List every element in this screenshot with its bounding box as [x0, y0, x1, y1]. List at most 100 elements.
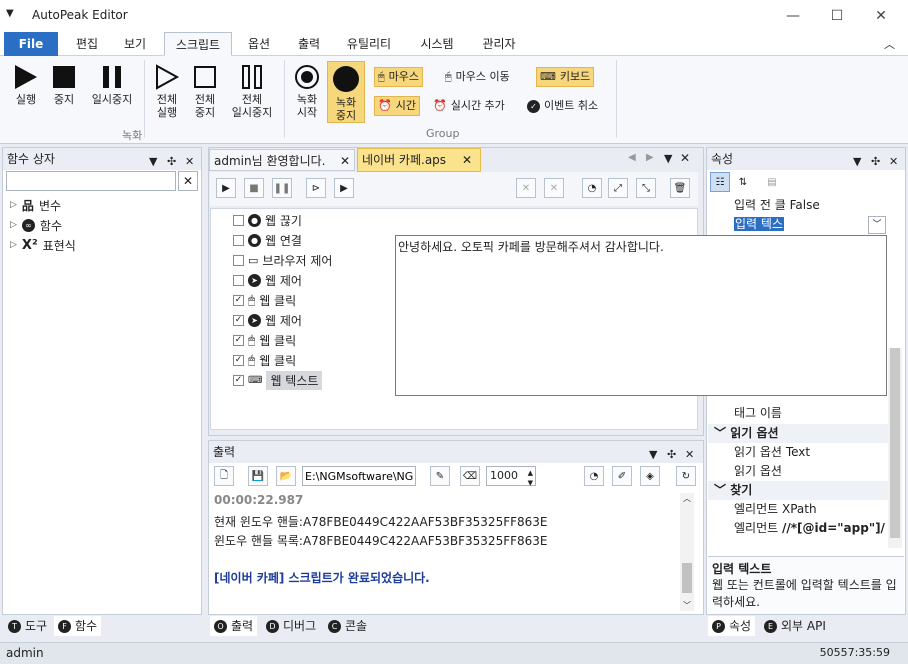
property-section[interactable]: ﹀ 읽기 옵션 — [708, 424, 888, 443]
pin-icon[interactable]: ✣ — [667, 444, 676, 466]
stepper-down-icon[interactable]: ▼ — [528, 474, 533, 492]
tree-item-expressions[interactable]: ▷ X² 표현식 — [10, 235, 76, 255]
script-row[interactable]: ● 웹 끊기 — [233, 210, 302, 230]
property-row[interactable]: 엘리먼트 //*[@id="app"]/ — [708, 519, 888, 538]
categorized-view-button[interactable]: ☷ — [710, 172, 730, 192]
row-checkbox[interactable]: ✓ — [233, 354, 244, 366]
tab-list-icon[interactable]: ▼ — [664, 152, 672, 165]
dropdown-icon[interactable]: ▼ — [853, 151, 861, 173]
mouse-button-toggle[interactable]: 🖱 마우스 — [374, 67, 423, 87]
stop-button[interactable]: 중지 — [48, 64, 80, 106]
tab-view[interactable]: 보기 — [114, 32, 156, 56]
tab-welcome[interactable]: admin님 환영합니다. ✕ — [209, 149, 355, 171]
close-panel-icon[interactable]: ✕ — [889, 151, 898, 173]
property-row[interactable]: 태그 이름 — [708, 404, 888, 423]
row-checkbox[interactable]: ✓ — [233, 374, 244, 386]
close-panel-icon[interactable]: ✕ — [185, 151, 194, 173]
script-row[interactable]: ✓ 🖱 웹 클릭 — [233, 290, 296, 310]
save-log-button[interactable]: 💾 — [248, 466, 268, 486]
editor-run-to-button[interactable]: ▶ — [334, 178, 354, 198]
chevron-down-icon[interactable]: ﹀ — [868, 216, 886, 234]
tab-edit[interactable]: 편집 — [66, 32, 108, 56]
scrollbar-thumb[interactable] — [890, 348, 900, 538]
collapse-icon[interactable]: ﹀ — [714, 426, 726, 440]
script-row[interactable]: ● 웹 연결 — [233, 230, 302, 250]
properties-scrollbar[interactable] — [888, 348, 902, 548]
close-tab-icon[interactable]: ✕ — [340, 150, 350, 172]
add-realtime-button[interactable]: ⏰ 실시간 추가 — [430, 96, 508, 116]
expand-icon[interactable]: ▷ — [10, 200, 17, 210]
tab-functions[interactable]: F 함수 — [54, 616, 102, 636]
pause-all-button[interactable]: 전체 일시중지 — [226, 64, 278, 119]
property-row-selected[interactable]: 입력 텍스 — [708, 215, 888, 234]
run-button[interactable]: 실행 — [10, 64, 42, 106]
close-editor-icon[interactable]: ✕ — [680, 151, 690, 165]
editor-play-button[interactable]: ▶ — [216, 178, 236, 198]
editor-pause-button[interactable]: ❚❚ — [272, 178, 292, 198]
timestamp-button[interactable]: ◔ — [584, 466, 604, 486]
alphabetical-view-button[interactable]: ⇅ — [733, 172, 753, 192]
tree-item-variables[interactable]: ▷ 品 변수 — [10, 195, 61, 215]
dropdown-icon[interactable]: ▼ — [149, 151, 157, 173]
refresh-button[interactable]: ↻ — [676, 466, 696, 486]
function-search-input[interactable] — [6, 171, 176, 191]
close-panel-icon[interactable]: ✕ — [685, 444, 694, 466]
scroll-left-icon[interactable]: ◀ — [628, 152, 636, 163]
maximize-icon[interactable]: ☐ — [820, 4, 854, 28]
tab-options[interactable]: 옵션 — [238, 32, 280, 56]
scroll-down-icon[interactable]: ﹀ — [680, 600, 694, 611]
record-start-button[interactable]: 녹화 시작 — [290, 64, 324, 119]
editor-disabled-x2-button[interactable]: ✕ — [544, 178, 564, 198]
property-row[interactable]: 엘리먼트 XPath — [708, 500, 888, 519]
record-stop-button[interactable]: 녹화 중지 — [327, 61, 365, 123]
tab-file[interactable]: File — [4, 32, 58, 56]
tab-external-api[interactable]: E 외부 API — [760, 616, 830, 636]
script-row[interactable]: ✓ 🖱 웹 클릭 — [233, 350, 296, 370]
row-checkbox[interactable]: ✓ — [233, 294, 244, 306]
brush-clean-button[interactable]: ✎ — [430, 466, 450, 486]
script-row-selected[interactable]: ✓ ⌨ 웹 텍스트 — [233, 370, 323, 390]
delete-button[interactable]: 🗑 — [670, 178, 690, 198]
script-row[interactable]: ✓ ➤ 웹 제어 — [233, 310, 302, 330]
eraser-button[interactable]: ⌫ — [460, 466, 480, 486]
minimize-icon[interactable]: — — [776, 4, 810, 28]
text-input-popup[interactable]: 안녕하세요. 오토픽 카페를 방문해주셔서 감사합니다. — [395, 235, 887, 396]
scrollbar-thumb[interactable] — [682, 563, 692, 593]
clear-search-button[interactable]: ✕ — [178, 171, 198, 191]
quick-access-icon[interactable]: ▼ — [6, 8, 14, 19]
property-section[interactable]: ﹀ 찾기 — [708, 481, 888, 500]
editor-clock-button[interactable]: ◔ — [582, 178, 602, 198]
property-row[interactable]: 읽기 옵션 — [708, 462, 888, 481]
row-checkbox[interactable] — [233, 254, 244, 266]
tab-admin[interactable]: 관리자 — [474, 32, 524, 56]
expand-icon[interactable]: ▷ — [10, 240, 17, 250]
tab-naver-cafe[interactable]: 네이버 카페.aps ✕ — [357, 148, 481, 172]
output-scrollbar[interactable]: ︿ ﹀ — [680, 493, 694, 611]
new-log-button[interactable]: 🗋 — [214, 466, 234, 486]
cancel-event-button[interactable]: ✓ 이벤트 취소 — [524, 96, 601, 116]
property-pages-button[interactable]: ▤ — [762, 172, 782, 192]
editor-disabled-x1-button[interactable]: ✕ — [516, 178, 536, 198]
collapse-icon[interactable]: ﹀ — [714, 483, 726, 497]
open-folder-button[interactable]: 📂 — [276, 466, 296, 486]
close-tab-icon[interactable]: ✕ — [462, 149, 472, 171]
expand-all-button[interactable]: ⤢ — [608, 178, 628, 198]
script-row[interactable]: ▭ 브라우저 제어 — [233, 250, 332, 270]
tab-output[interactable]: 출력 — [288, 32, 330, 56]
property-row[interactable]: 읽기 옵션 Text — [708, 443, 888, 462]
row-checkbox[interactable]: ✓ — [233, 334, 244, 346]
row-checkbox[interactable] — [233, 214, 244, 226]
tab-utility[interactable]: 유틸리티 — [340, 32, 398, 56]
tree-item-functions[interactable]: ▷ ∞ 함수 — [10, 215, 62, 235]
scroll-right-icon[interactable]: ▶ — [646, 152, 654, 163]
mouse-move-toggle[interactable]: 🖱 마우스 이동 — [442, 67, 513, 87]
editor-step-button[interactable]: ⊳ — [306, 178, 326, 198]
stop-all-button[interactable]: 전체 중지 — [188, 64, 222, 119]
time-toggle[interactable]: ⏰ 시간 — [374, 96, 420, 116]
pause-button[interactable]: 일시중지 — [86, 64, 138, 106]
script-row[interactable]: ✓ 🖱 웹 클릭 — [233, 330, 296, 350]
tab-console[interactable]: C 콘솔 — [324, 616, 371, 636]
script-row[interactable]: ➤ 웹 제어 — [233, 270, 302, 290]
keyboard-toggle[interactable]: ⌨ 키보드 — [536, 67, 595, 87]
close-icon[interactable]: ✕ — [864, 4, 898, 28]
